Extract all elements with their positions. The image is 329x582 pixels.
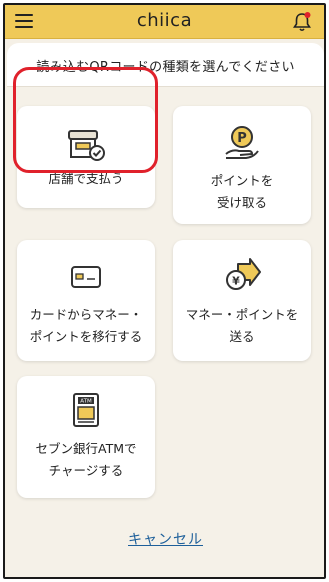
option-label: カードからマネー・ ポイントを移行する [29,307,143,344]
top-bar: chiica [5,5,324,39]
selection-highlight [13,67,158,173]
bell-icon[interactable] [292,11,312,33]
notification-dot [304,12,311,18]
option-transfer-from-card[interactable]: カードからマネー・ ポイントを移行する [17,240,155,361]
points-hand-icon: P [173,124,311,162]
svg-text:ATM: ATM [80,399,92,405]
svg-text:¥: ¥ [232,275,240,288]
option-receive-points[interactable]: P ポイントを 受け取る [173,106,311,224]
send-points-icon: ¥ [173,258,311,294]
option-label: マネー・ポイントを 送る [185,307,299,344]
option-send-points[interactable]: ¥ マネー・ポイントを 送る [173,240,311,361]
cancel-button[interactable]: キャンセル [7,529,324,549]
app-logo: chiica [136,10,193,31]
option-label: セブン銀行ATMで チャージする [35,441,137,478]
svg-text:P: P [237,131,247,146]
option-label: ポイントを 受け取る [210,173,274,210]
app-screen: chiica 読み込むQRコードの種類を選んでください 店舗で支払う P ポイン… [3,3,326,579]
atm-icon: ATM [17,392,155,428]
card-icon [17,264,155,290]
option-seven-bank-atm[interactable]: ATM セブン銀行ATMで チャージする [17,376,155,498]
